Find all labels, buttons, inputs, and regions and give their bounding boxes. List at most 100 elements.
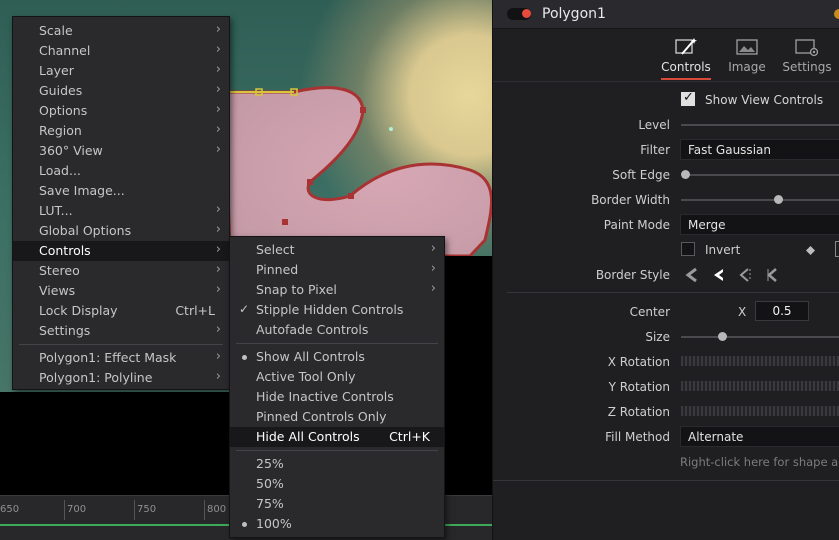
border-width-slider-knob[interactable] [774, 195, 783, 204]
submenu-arrow-icon: › [215, 322, 221, 337]
menu-item-label: 25% [256, 456, 284, 471]
size-label: Size [645, 330, 670, 344]
settings-gear-icon [795, 39, 819, 57]
border-style-round-icon[interactable] [711, 267, 727, 283]
menu-item-settings[interactable]: Settings › [13, 321, 229, 341]
menu-item-layer[interactable]: Layer › [13, 61, 229, 81]
radio-bullet-icon [242, 355, 247, 360]
menu-item-75[interactable]: 75% [230, 494, 444, 514]
menu-item-select[interactable]: Select › [230, 240, 444, 260]
menu-item-100[interactable]: 100% [230, 514, 444, 534]
menu-item-channel[interactable]: Channel › [13, 41, 229, 61]
soft-edge-slider-knob[interactable] [681, 170, 690, 179]
level-slider[interactable] [681, 124, 839, 126]
menu-item-autofade-controls[interactable]: Autofade Controls [230, 320, 444, 340]
menu-item-views[interactable]: Views › [13, 281, 229, 301]
menu-item-label: Settings [39, 323, 91, 338]
x-rotation-dial[interactable] [681, 356, 839, 366]
tab-image[interactable]: Image [721, 29, 773, 82]
border-style-label: Border Style [595, 268, 670, 282]
fill-method-label: Fill Method [605, 430, 670, 444]
paint-mode-dropdown[interactable]: Merge [680, 214, 839, 235]
menu-item-pinned[interactable]: Pinned › [230, 260, 444, 280]
tool-color-dot[interactable] [834, 9, 839, 19]
menu-item-hide-all-controls[interactable]: Hide All Controls Ctrl+K [230, 427, 444, 447]
menu-item-snap-to-pixel[interactable]: Snap to Pixel › [230, 280, 444, 300]
polygon-point[interactable] [307, 179, 313, 185]
menu-item-label: 360° View [39, 143, 103, 158]
submenu-arrow-icon: › [430, 241, 436, 256]
polygon-point[interactable] [348, 193, 354, 199]
menu-item-label: Autofade Controls [256, 322, 369, 337]
menu-item-label: Global Options [39, 223, 132, 238]
menu-item-label: Stereo [39, 263, 80, 278]
z-rotation-dial[interactable] [681, 406, 839, 416]
y-rotation-dial[interactable] [681, 381, 839, 391]
menu-item-lock-display[interactable]: Lock Display Ctrl+L [13, 301, 229, 321]
checkmark-icon: ✓ [239, 302, 250, 316]
menu-item-label: Polygon1: Polyline [39, 370, 153, 385]
menu-item-label: Pinned [256, 262, 299, 277]
menu-item-save-image[interactable]: Save Image... [13, 181, 229, 201]
menu-item-guides[interactable]: Guides › [13, 81, 229, 101]
z-rotation-label: Z Rotation [607, 405, 670, 419]
menu-item-label: Hide Inactive Controls [256, 389, 394, 404]
menu-item-options[interactable]: Options › [13, 101, 229, 121]
viewer-context-menu: Scale › Channel › Layer › Guides › Options › Regio… [12, 16, 230, 390]
menu-item-label: Layer [39, 63, 74, 78]
border-style-miter-icon[interactable] [685, 267, 701, 283]
menu-item-25[interactable]: 25% [230, 454, 444, 474]
menu-separator [236, 343, 438, 344]
section-divider [493, 480, 839, 481]
menu-item-polygon1-polyline[interactable]: Polygon1: Polyline › [13, 368, 229, 388]
menu-item-active-tool-only[interactable]: Active Tool Only [230, 367, 444, 387]
invert-checkbox[interactable] [681, 242, 695, 256]
tab-controls[interactable]: Controls [659, 29, 713, 82]
show-view-controls-checkbox[interactable] [681, 90, 695, 106]
menu-item-label: 75% [256, 496, 284, 511]
menu-item-scale[interactable]: Scale › [13, 21, 229, 41]
radio-bullet-icon [242, 522, 247, 527]
menu-item-stipple-hidden-controls[interactable]: ✓ Stipple Hidden Controls [230, 300, 444, 320]
filter-dropdown[interactable]: Fast Gaussian [680, 139, 839, 160]
level-label: Level [638, 118, 670, 132]
border-width-slider[interactable] [681, 199, 839, 201]
polygon-mask-shape[interactable] [223, 86, 492, 258]
center-point[interactable] [389, 127, 393, 131]
menu-item-label: Options [39, 103, 88, 118]
fill-method-dropdown[interactable]: Alternate [680, 426, 839, 447]
menu-item-global-options[interactable]: Global Options › [13, 221, 229, 241]
polygon-point[interactable] [282, 219, 288, 225]
show-view-controls-label: Show View Controls [705, 93, 824, 107]
menu-item-polygon1-effect-mask[interactable]: Polygon1: Effect Mask › [13, 348, 229, 368]
size-slider-knob[interactable] [718, 332, 727, 341]
size-slider[interactable] [681, 336, 839, 338]
filter-label: Filter [640, 143, 670, 157]
menu-item-pinned-controls-only[interactable]: Pinned Controls Only [230, 407, 444, 427]
polygon-point[interactable] [360, 107, 366, 113]
submenu-arrow-icon: › [215, 42, 221, 57]
tab-image-label: Image [728, 60, 766, 74]
border-style-bevel-icon[interactable] [737, 267, 753, 283]
menu-item-load[interactable]: Load... [13, 161, 229, 181]
menu-item-show-all-controls[interactable]: Show All Controls [230, 347, 444, 367]
menu-item-controls[interactable]: Controls › [13, 241, 229, 261]
border-style-solid-icon[interactable] [765, 267, 781, 283]
menu-item-stereo[interactable]: Stereo › [13, 261, 229, 281]
menu-item-50[interactable]: 50% [230, 474, 444, 494]
spline-button[interactable] [835, 241, 839, 257]
soft-edge-label: Soft Edge [612, 168, 670, 182]
soft-edge-slider[interactable] [685, 174, 839, 176]
center-x-field[interactable]: 0.5 [755, 301, 809, 321]
toggle-indicator-icon [522, 9, 531, 18]
keyframe-diamond-icon[interactable] [806, 246, 815, 255]
submenu-arrow-icon: › [215, 202, 221, 217]
menu-item-hide-inactive-controls[interactable]: Hide Inactive Controls [230, 387, 444, 407]
menu-item-lut[interactable]: LUT... › [13, 201, 229, 221]
y-rotation-label: Y Rotation [608, 380, 670, 394]
menu-item-region[interactable]: Region › [13, 121, 229, 141]
tab-settings[interactable]: Settings [781, 29, 833, 82]
menu-item-label: Active Tool Only [256, 369, 356, 384]
timeline-tick [204, 500, 205, 520]
menu-item-360-view[interactable]: 360° View › [13, 141, 229, 161]
